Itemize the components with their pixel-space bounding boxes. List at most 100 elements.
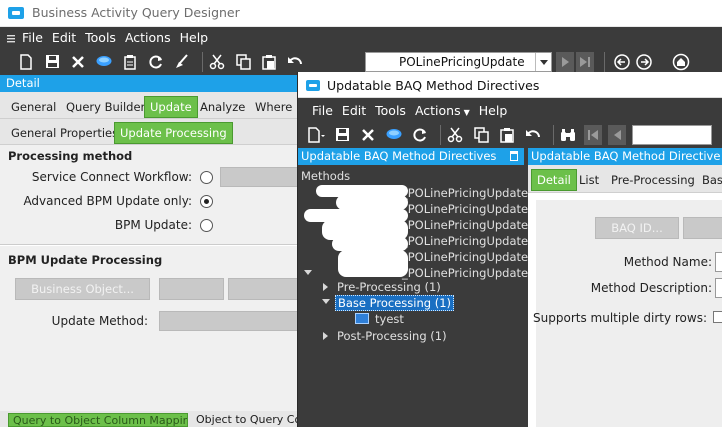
tree-method-item[interactable]: _POLinePricingUpdate. <box>402 218 532 232</box>
delete-icon[interactable] <box>68 52 88 72</box>
tab-base-processing[interactable]: Bas <box>697 169 722 191</box>
designer-title-bar: Business Activity Query Designer <box>0 0 722 27</box>
menu-tools[interactable]: Tools <box>375 103 406 118</box>
tab-general-properties[interactable]: General Properties <box>6 122 123 144</box>
directive-detail-panel: BAQ ID... Method Name: Method Descriptio… <box>533 200 722 427</box>
baq-id-button[interactable]: BAQ ID... <box>595 217 679 239</box>
chat-icon[interactable] <box>94 52 114 72</box>
tree-method-item[interactable]: _POLinePricingUpdate. <box>402 250 532 264</box>
clear-icon[interactable] <box>172 52 192 72</box>
method-name-field[interactable] <box>715 252 722 272</box>
tree-group-post-processing[interactable]: Post-Processing (1) <box>337 329 447 343</box>
method-description-field[interactable] <box>715 278 722 298</box>
tree-group-pre-processing[interactable]: Pre-Processing (1) <box>337 280 441 294</box>
first-record-icon[interactable] <box>584 124 602 145</box>
tab-query-builder[interactable]: Query Builder <box>61 96 150 118</box>
tree-panel-header: Updatable BAQ Method Directives <box>298 148 524 165</box>
pin-icon[interactable] <box>510 151 518 161</box>
paste-icon[interactable] <box>497 125 517 145</box>
tree-group-base-processing[interactable]: Base Processing (1) <box>335 295 455 311</box>
tab-detail[interactable]: Detail <box>531 169 577 191</box>
chevron-down-icon[interactable] <box>535 53 551 71</box>
directive-main-header: Updatable BAQ Method Directive Mai <box>528 148 722 165</box>
tab-update[interactable]: Update <box>144 96 198 118</box>
collapsed-arrow-icon[interactable] <box>323 283 328 291</box>
tree-panel-title: Updatable BAQ Method Directives <box>301 149 497 163</box>
save-icon[interactable] <box>332 125 352 145</box>
update-method-field[interactable] <box>159 311 300 331</box>
expand-arrow-icon[interactable] <box>322 299 330 304</box>
designer-main-tabs: General Query Builder Update Analyze Whe… <box>0 92 304 119</box>
directives-menu-bar: File Edit Tools Actions ▼ Help <box>298 99 722 121</box>
chevron-down-icon: ▼ <box>463 107 470 117</box>
advanced-bpm-radio[interactable] <box>200 195 213 208</box>
bpm-update-label: BPM Update: <box>114 218 192 232</box>
menu-edit[interactable]: Edit <box>52 30 76 45</box>
binoculars-icon[interactable] <box>558 125 578 145</box>
previous-record-icon[interactable] <box>608 124 626 145</box>
new-icon[interactable] <box>306 125 326 145</box>
business-object-button[interactable]: Business Object... <box>15 278 150 300</box>
service-connect-label: Service Connect Workflow: <box>31 170 192 184</box>
tab-analyze[interactable]: Analyze <box>195 96 250 118</box>
save-icon[interactable] <box>42 52 62 72</box>
copy-icon[interactable] <box>233 52 253 72</box>
menu-help[interactable]: Help <box>479 103 508 118</box>
redaction-mark <box>336 195 408 210</box>
tab-update-processing[interactable]: Update Processing <box>114 122 233 144</box>
cut-icon[interactable] <box>445 125 465 145</box>
undo-icon[interactable] <box>285 52 305 72</box>
tab-query-to-object-mapping[interactable]: Query to Object Column Mapping <box>8 413 188 427</box>
tab-object-to-query-mapping[interactable]: Object to Query Co <box>192 413 298 427</box>
menu-grip-icon <box>7 34 15 42</box>
app-icon <box>8 7 24 19</box>
tree-root-methods[interactable]: Methods <box>301 169 350 183</box>
bpm-update-radio[interactable] <box>200 219 213 232</box>
paste-icon[interactable] <box>259 52 279 72</box>
new-icon[interactable] <box>16 52 36 72</box>
home-icon[interactable] <box>672 53 690 71</box>
tree-method-item[interactable]: _POLinePricingUpdate. <box>402 234 532 248</box>
refresh-icon[interactable] <box>146 52 166 72</box>
bpm-update-processing-group: BPM Update Processing Business Object...… <box>0 246 300 411</box>
directives-title-bar: Updatable BAQ Method Directives <box>298 72 722 98</box>
business-object-field[interactable] <box>159 278 224 300</box>
menu-edit[interactable]: Edit <box>342 103 366 118</box>
method-tree: Methods _POLinePricingUpdate. _POLinePri… <box>298 165 532 427</box>
tab-list[interactable]: List <box>574 169 604 191</box>
menu-tools[interactable]: Tools <box>85 30 116 45</box>
menu-actions[interactable]: Actions <box>125 30 171 45</box>
tree-method-item[interactable]: _POLinePricingUpdate. <box>402 202 532 216</box>
designer-window-title: Business Activity Query Designer <box>32 5 240 20</box>
clipboard-icon[interactable] <box>120 52 140 72</box>
refresh-icon[interactable] <box>410 125 430 145</box>
service-connect-workflow-field[interactable] <box>220 167 300 187</box>
menu-actions[interactable]: Actions ▼ <box>415 103 470 118</box>
supports-dirty-rows-label: Supports multiple dirty rows: <box>533 311 707 325</box>
last-record-icon[interactable] <box>576 52 594 72</box>
service-connect-radio[interactable] <box>200 171 213 184</box>
tree-method-item[interactable]: _POLinePricingUpdate. <box>402 186 532 200</box>
tree-directive-tyest[interactable]: tyest <box>375 312 404 326</box>
query-id-combo[interactable]: POLinePricingUpdate <box>365 52 552 72</box>
business-object-description[interactable] <box>228 278 300 300</box>
record-id-field[interactable] <box>632 124 712 145</box>
undo-icon[interactable] <box>523 125 543 145</box>
menu-help[interactable]: Help <box>180 30 209 45</box>
chat-icon[interactable] <box>384 125 404 145</box>
next-record-icon[interactable] <box>556 52 574 72</box>
directive-main-tabs: Detail List Pre-Processing Bas <box>528 165 722 193</box>
delete-icon[interactable] <box>358 125 378 145</box>
menu-file[interactable]: File <box>22 30 43 45</box>
menu-file[interactable]: File <box>312 103 333 118</box>
tab-general[interactable]: General <box>6 96 61 118</box>
tab-pre-processing[interactable]: Pre-Processing <box>606 169 700 191</box>
baq-id-field[interactable] <box>683 217 722 239</box>
supports-dirty-rows-checkbox[interactable] <box>713 311 722 323</box>
bpm-update-processing-title: BPM Update Processing <box>8 253 163 267</box>
cut-icon[interactable] <box>207 52 227 72</box>
expand-arrow-icon[interactable] <box>304 270 312 275</box>
tree-method-item[interactable]: _POLinePricingUpdate. <box>402 266 532 280</box>
collapsed-arrow-icon[interactable] <box>323 332 328 340</box>
copy-icon[interactable] <box>471 125 491 145</box>
